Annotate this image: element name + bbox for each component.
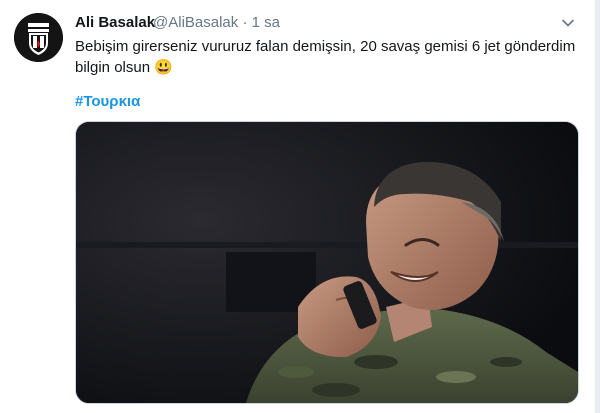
avatar[interactable] — [14, 13, 63, 62]
tweet-photo[interactable] — [75, 121, 579, 404]
tweet-body: Bebişim girerseniz vururuz falan demişsi… — [75, 38, 576, 76]
tweet-text: Bebişim girerseniz vururuz falan demişsi… — [75, 36, 580, 78]
hashtag-link[interactable]: #Τουρκια — [75, 92, 140, 112]
meta-separator: · — [242, 14, 248, 31]
photo-smiling-officer-on-phone — [76, 122, 578, 403]
display-name[interactable]: Ali Basalak — [75, 14, 155, 32]
handle[interactable]: @AliBasalak — [153, 14, 238, 31]
besiktas-crest-icon — [14, 13, 63, 62]
timestamp[interactable]: 1 sa — [252, 14, 280, 31]
tweet-header: Ali Basalak @AliBasalak · 1 sa — [75, 14, 575, 34]
tweet-card[interactable]: Ali Basalak @AliBasalak · 1 sa Bebişim g… — [0, 0, 595, 413]
smiley-emoji: 😃 — [154, 59, 173, 76]
tweet-meta: @AliBasalak · 1 sa — [153, 14, 280, 32]
chevron-down-icon[interactable] — [561, 16, 575, 30]
